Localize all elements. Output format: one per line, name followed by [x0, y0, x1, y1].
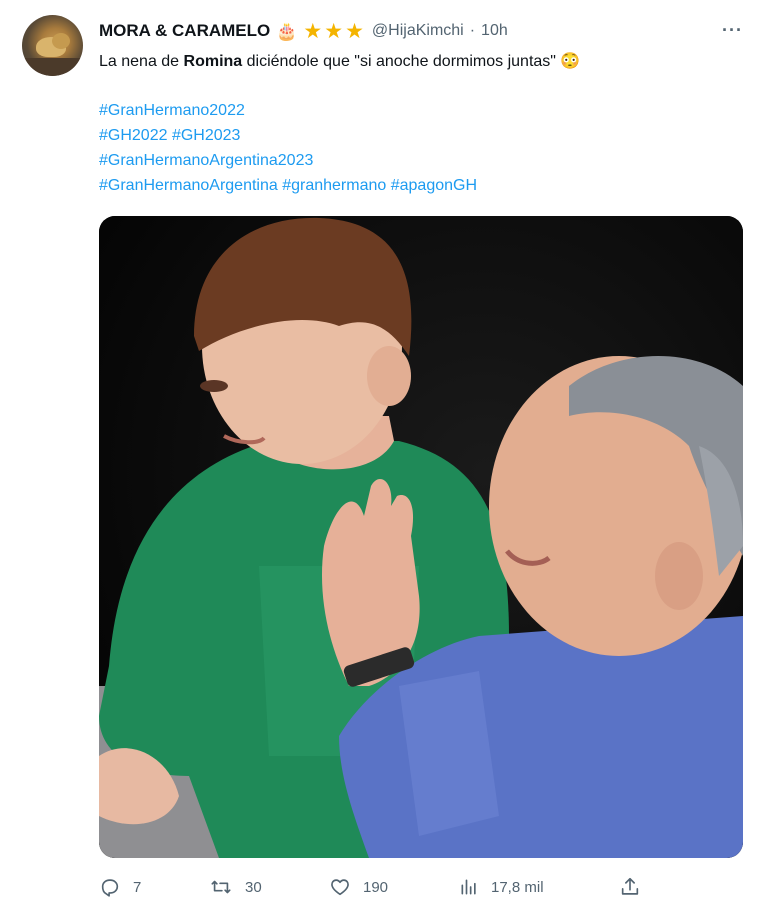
avatar[interactable] [22, 15, 83, 76]
views-button[interactable]: 17,8 mil [459, 876, 544, 898]
views-count: 17,8 mil [491, 878, 544, 896]
hashtags: #GranHermano2022 #GH2022 #GH2023 #GranHe… [99, 98, 477, 198]
heart-icon [331, 879, 349, 896]
views-icon [461, 879, 476, 895]
hashtag-line[interactable]: #GranHermanoArgentina #granhermano #apag… [99, 173, 477, 198]
tweet-text-bold: Romina [183, 53, 243, 70]
reply-count: 7 [133, 878, 142, 896]
like-button[interactable]: 190 [329, 876, 388, 898]
separator-dot: · [469, 22, 476, 39]
tweet-media-image[interactable] [99, 216, 743, 858]
action-bar: 7 30 190 17,8 mil [99, 876, 659, 900]
cake-emoji: 🎂 [276, 21, 298, 41]
tweet-text-start: La nena de [99, 53, 184, 70]
share-icon [621, 877, 639, 895]
star-icon: ★ [345, 19, 364, 43]
star-icon: ★ [324, 19, 344, 43]
like-count: 190 [363, 878, 389, 896]
tweet-header: MORA & CARAMELO 🎂 ★ ★ ★ @HijaKimchi · 10… [99, 18, 508, 44]
tweet-text-end: diciéndole que "si anoche dormimos junta… [242, 53, 556, 70]
hashtag-line[interactable]: #GranHermano2022 [99, 98, 477, 123]
retweet-icon [211, 880, 231, 894]
author-handle[interactable]: @HijaKimchi [372, 22, 464, 40]
reply-button[interactable]: 7 [99, 876, 141, 898]
retweet-count: 30 [245, 878, 262, 896]
flushed-emoji: 😳 [560, 53, 581, 70]
hashtag-line[interactable]: #GranHermanoArgentina2023 [99, 148, 477, 173]
more-options-icon[interactable]: ··· [722, 20, 743, 41]
stars-group: ★ ★ ★ [303, 21, 363, 42]
timestamp[interactable]: 10h [481, 22, 508, 40]
share-button[interactable] [619, 876, 641, 898]
star-icon: ★ [303, 19, 323, 43]
author-name[interactable]: MORA & CARAMELO [99, 21, 270, 41]
tweet-text: La nena de Romina diciéndole que "si ano… [99, 50, 580, 74]
hashtag-line[interactable]: #GH2022 #GH2023 [99, 123, 477, 148]
tweet-card: MORA & CARAMELO 🎂 ★ ★ ★ @HijaKimchi · 10… [0, 0, 767, 918]
reply-icon [101, 879, 119, 897]
retweet-button[interactable]: 30 [209, 876, 262, 898]
